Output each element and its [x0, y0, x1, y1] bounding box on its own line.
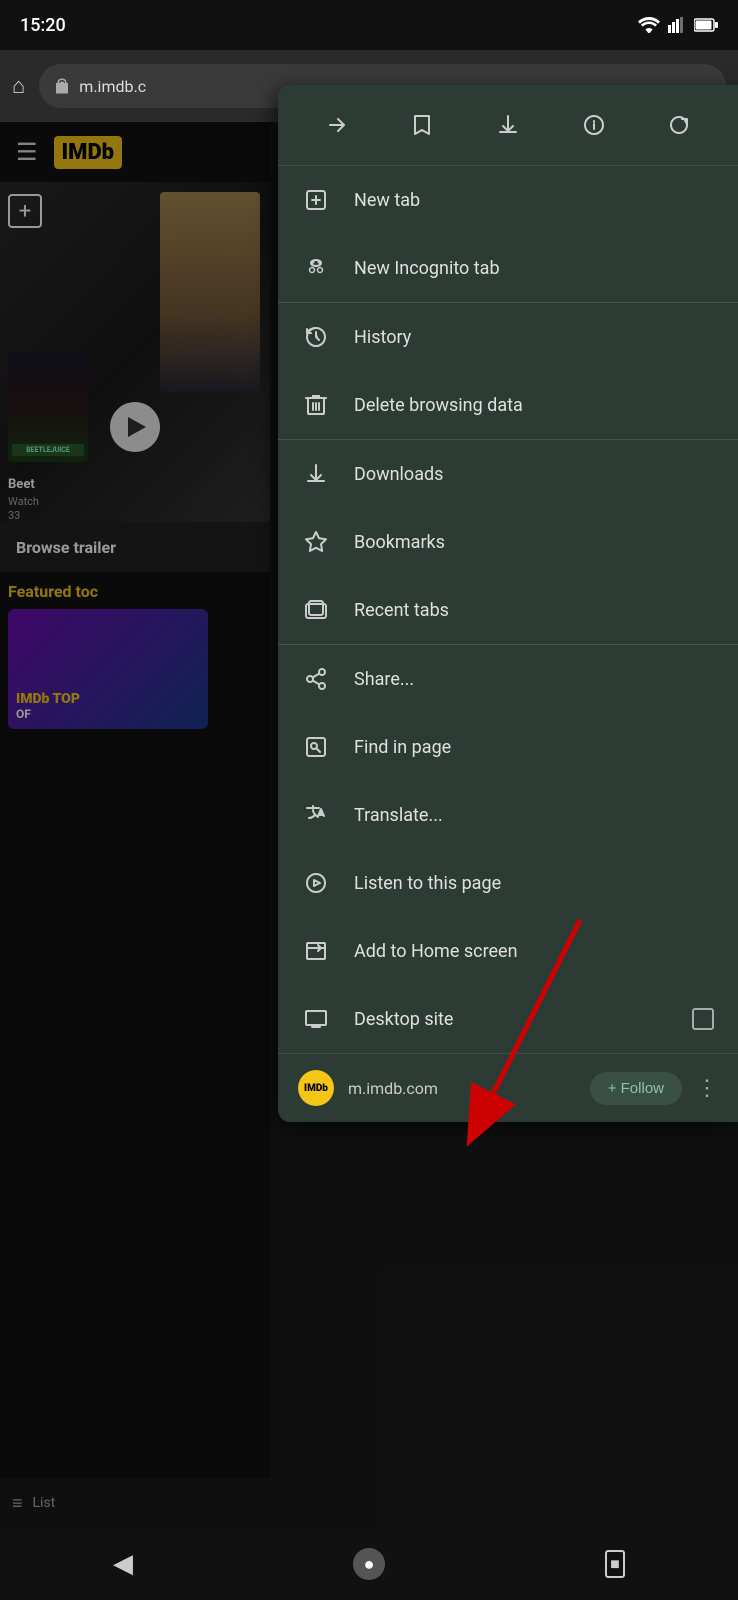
home-icon: ● — [353, 1548, 385, 1580]
recent-tabs-item[interactable]: Recent tabs — [278, 576, 738, 644]
add-to-home-label: Add to Home screen — [354, 941, 714, 962]
follow-site-icon-text: IMDb — [304, 1083, 328, 1094]
browser-home-icon[interactable]: ⌂ — [12, 73, 25, 99]
recent-apps-button[interactable]: ■ — [585, 1534, 645, 1594]
url-text: m.imdb.c — [79, 77, 146, 96]
history-label: History — [354, 327, 714, 348]
history-icon — [302, 325, 330, 349]
info-button[interactable] — [572, 103, 616, 147]
downloads-icon — [302, 462, 330, 486]
desktop-site-label: Desktop site — [354, 1009, 668, 1030]
recent-tabs-icon — [302, 598, 330, 622]
add-home-icon — [302, 939, 330, 963]
find-icon — [302, 735, 330, 759]
menu-toolbar — [278, 85, 738, 166]
translate-icon — [302, 803, 330, 827]
signal-icon — [668, 17, 686, 33]
back-icon: ◀ — [113, 1549, 133, 1579]
status-time: 15:20 — [20, 15, 66, 36]
incognito-icon — [302, 256, 330, 280]
home-button[interactable]: ● — [339, 1534, 399, 1594]
listen-to-page-item[interactable]: Listen to this page — [278, 849, 738, 917]
follow-more-icon[interactable]: ⋮ — [696, 1076, 718, 1101]
find-in-page-label: Find in page — [354, 737, 714, 758]
delete-icon — [302, 393, 330, 417]
bookmarks-item[interactable]: Bookmarks — [278, 508, 738, 576]
wifi-icon — [638, 17, 660, 33]
new-tab-icon — [302, 188, 330, 212]
context-menu: New tab New Incognito tab History Delete… — [278, 85, 738, 1122]
listen-icon — [302, 871, 330, 895]
translate-label: Translate... — [354, 805, 714, 826]
new-incognito-label: New Incognito tab — [354, 258, 714, 279]
history-item[interactable]: History — [278, 303, 738, 371]
refresh-button[interactable] — [657, 103, 701, 147]
new-tab-item[interactable]: New tab — [278, 166, 738, 234]
bookmarks-label: Bookmarks — [354, 532, 714, 553]
status-icons — [638, 17, 718, 33]
delete-browsing-data-item[interactable]: Delete browsing data — [278, 371, 738, 439]
back-button[interactable]: ◀ — [93, 1534, 153, 1594]
desktop-site-checkbox[interactable] — [692, 1008, 714, 1030]
new-incognito-tab-item[interactable]: New Incognito tab — [278, 234, 738, 302]
download-button[interactable] — [486, 103, 530, 147]
translate-item[interactable]: Translate... — [278, 781, 738, 849]
forward-button[interactable] — [315, 103, 359, 147]
bookmarks-icon — [302, 530, 330, 554]
desktop-site-item[interactable]: Desktop site — [278, 985, 738, 1053]
new-tab-label: New tab — [354, 190, 714, 211]
follow-button[interactable]: + Follow — [590, 1072, 682, 1105]
desktop-icon — [302, 1007, 330, 1031]
downloads-label: Downloads — [354, 464, 714, 485]
listen-to-page-label: Listen to this page — [354, 873, 714, 894]
follow-url: m.imdb.com — [348, 1079, 576, 1098]
share-item[interactable]: Share... — [278, 645, 738, 713]
bookmark-button[interactable] — [400, 103, 444, 147]
recent-tabs-label: Recent tabs — [354, 600, 714, 621]
site-security-icon — [53, 77, 71, 95]
delete-browsing-label: Delete browsing data — [354, 395, 714, 416]
recent-apps-icon: ■ — [605, 1550, 625, 1578]
downloads-item[interactable]: Downloads — [278, 440, 738, 508]
find-in-page-item[interactable]: Find in page — [278, 713, 738, 781]
follow-bar: IMDb m.imdb.com + Follow ⋮ — [278, 1053, 738, 1122]
follow-button-label: + Follow — [608, 1080, 664, 1097]
share-label: Share... — [354, 669, 714, 690]
follow-site-icon: IMDb — [298, 1070, 334, 1106]
add-to-home-item[interactable]: Add to Home screen — [278, 917, 738, 985]
battery-icon — [694, 18, 718, 32]
status-bar: 15:20 — [0, 0, 738, 50]
nav-bar: ◀ ● ■ — [0, 1528, 738, 1600]
share-icon — [302, 667, 330, 691]
